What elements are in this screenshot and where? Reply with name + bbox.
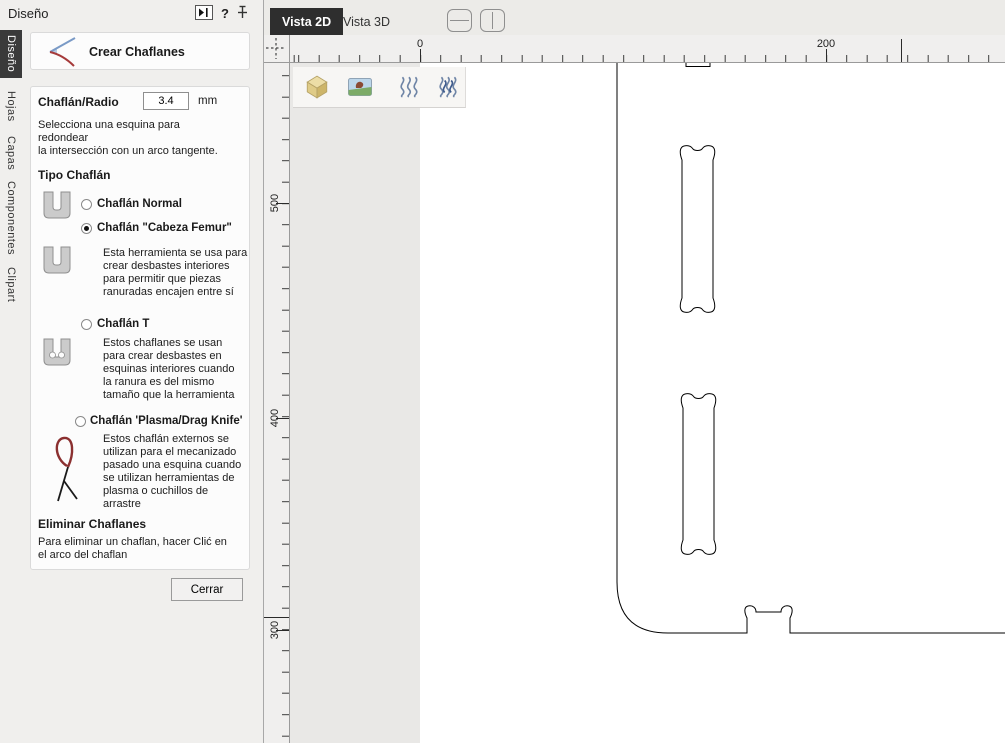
split-vertical-button[interactable] <box>480 9 505 32</box>
sidebar-tab-diseno[interactable]: Diseño <box>0 30 22 78</box>
horizontal-split-icon <box>450 20 469 21</box>
hruler-minor-ticks <box>290 55 1005 62</box>
radius-label: Chaflán/Radio <box>38 95 119 109</box>
toolpaths-selected-icon[interactable] <box>434 71 466 103</box>
sidebar-tab-label: Diseño <box>5 35 17 73</box>
sidebar-tab-componentes[interactable]: Componentes <box>0 180 22 256</box>
vruler-minor-ticks <box>282 63 289 743</box>
chamfer-tool-icon <box>41 36 81 73</box>
desc-chaflan-t: Estos chaflanes se usan para crear desba… <box>103 337 235 401</box>
sidebar-tab-label: Hojas <box>5 90 17 122</box>
split-horizontal-button[interactable] <box>447 9 472 32</box>
radio-chaflan-cabeza-femur-label[interactable]: Chaflán "Cabeza Femur" <box>97 222 232 234</box>
tipo-heading: Tipo Chaflán <box>38 168 111 182</box>
drag-knife-icon <box>45 433 89 510</box>
vruler-label: 500 <box>269 193 281 213</box>
desc-plasma: Estos chaflán externos se utilizan para … <box>103 433 242 510</box>
vertical-ruler: 500 400 300 <box>264 63 290 743</box>
tool-body: Chaflán/Radio mm Selecciona una esquina … <box>30 86 250 570</box>
vertical-split-icon <box>492 12 493 29</box>
ruler-origin-box <box>264 35 290 63</box>
sidebar-tab-hojas[interactable]: Hojas <box>0 86 22 126</box>
close-button[interactable]: Cerrar <box>171 578 243 601</box>
radio-chaflan-plasma-label[interactable]: Chaflán 'Plasma/Drag Knife' <box>90 415 242 427</box>
vruler-label: 300 <box>269 620 281 640</box>
eliminar-text: Para eliminar un chaflan, hacer Clić en … <box>38 536 227 561</box>
tool-header: Crear Chaflanes <box>30 32 250 70</box>
desc-cabeza-femur: Esta herramienta se usa para crear desba… <box>103 247 248 298</box>
panel-titlebar: Diseño ? <box>0 0 264 28</box>
tab-vista-3d[interactable]: Vista 3D <box>331 8 402 35</box>
bitmap-image-icon[interactable] <box>345 71 377 103</box>
dock-toggle-icon[interactable] <box>195 5 213 25</box>
sidebar-tab-capas[interactable]: Capas <box>0 133 22 173</box>
sidebar-tab-clipart[interactable]: Clipart <box>0 262 22 308</box>
horizontal-ruler: 0 200 <box>290 35 1005 63</box>
toolpaths-icon[interactable] <box>394 71 426 103</box>
slot-tbone-icon <box>40 337 74 372</box>
eliminar-heading: Eliminar Chaflanes <box>38 517 147 531</box>
vruler-label: 400 <box>269 408 281 428</box>
part-outline <box>616 63 1005 634</box>
radio-chaflan-cabeza-femur[interactable] <box>81 223 92 234</box>
top-notch <box>685 63 711 67</box>
intro-text: Selecciona una esquina para redondear la… <box>38 119 218 157</box>
bone-slot <box>679 145 716 313</box>
help-icon[interactable]: ? <box>221 6 229 21</box>
material-block-icon[interactable] <box>301 71 333 103</box>
slot-normal-icon <box>40 190 74 225</box>
radio-chaflan-normal[interactable] <box>81 199 92 210</box>
sidebar-tab-label: Capas <box>5 135 17 171</box>
pin-icon[interactable] <box>236 5 249 24</box>
radio-chaflan-t[interactable] <box>81 319 92 330</box>
radio-chaflan-normal-label[interactable]: Chaflán Normal <box>97 198 182 210</box>
hruler-major-tick <box>420 49 421 62</box>
tool-title: Crear Chaflanes <box>89 45 185 59</box>
hruler-major-tick <box>826 49 827 62</box>
canvas-toolbar <box>293 67 466 108</box>
tab-label: Vista 3D <box>343 14 391 29</box>
application-window: Diseño ? Diseño Hojas Capas Componentes … <box>0 0 1005 743</box>
radio-chaflan-plasma[interactable] <box>75 416 86 427</box>
datum-crosshair-icon <box>266 38 286 59</box>
slot-femur-icon <box>40 245 74 280</box>
hruler-label: 200 <box>816 38 836 50</box>
view-tabbar: Vista 2D Vista 3D Hoja 1 <box>264 0 1005 35</box>
hruler-cursor-marker <box>901 39 902 62</box>
radius-input[interactable] <box>143 92 189 110</box>
sidebar-tab-label: Clipart <box>5 267 17 303</box>
design-panel: Crear Chaflanes Chaflán/Radio mm Selecci… <box>22 28 263 743</box>
radius-unit: mm <box>198 95 218 107</box>
tab-label: Vista 2D <box>282 14 332 29</box>
radio-chaflan-t-label[interactable]: Chaflán T <box>97 318 149 330</box>
sidebar-tab-label: Componentes <box>5 181 17 255</box>
part-drawing[interactable] <box>290 63 1005 743</box>
sidebar: Diseño Hojas Capas Componentes Clipart <box>0 28 22 743</box>
bone-slot <box>680 393 717 555</box>
panel-title: Diseño <box>8 6 49 21</box>
hruler-label: 0 <box>416 38 424 50</box>
